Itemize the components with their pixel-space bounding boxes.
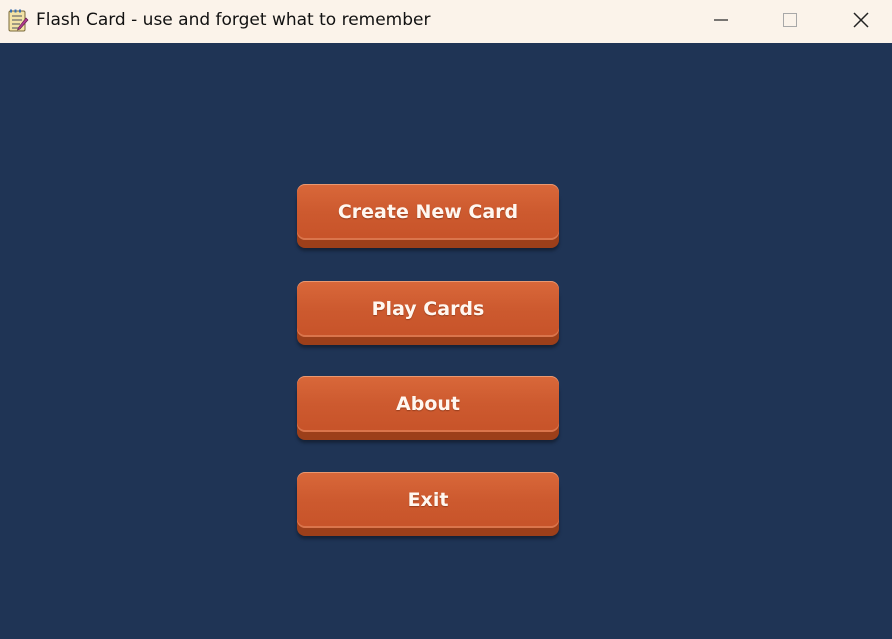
button-face: Create New Card (297, 184, 559, 240)
create-new-card-label: Create New Card (337, 201, 519, 223)
title-bar[interactable]: Flash Card - use and forget what to reme… (0, 0, 892, 43)
button-face: About (297, 376, 559, 432)
create-new-card-button[interactable]: Create New Card (297, 184, 559, 248)
minimize-icon (713, 12, 729, 32)
notepad-icon (7, 9, 29, 33)
about-label: About (396, 393, 460, 415)
maximize-icon (782, 12, 798, 32)
minimize-button[interactable] (690, 0, 752, 43)
window-title: Flash Card - use and forget what to reme… (36, 10, 431, 30)
about-button[interactable]: About (297, 376, 559, 440)
close-button[interactable] (830, 0, 892, 43)
button-face: Exit (297, 472, 559, 528)
button-face: Play Cards (297, 281, 559, 337)
exit-label: Exit (407, 489, 449, 511)
exit-button[interactable]: Exit (297, 472, 559, 536)
play-cards-button[interactable]: Play Cards (297, 281, 559, 345)
play-cards-label: Play Cards (371, 298, 485, 320)
app-window: Flash Card - use and forget what to reme… (0, 0, 892, 639)
maximize-button[interactable] (759, 0, 821, 43)
close-icon (852, 11, 870, 33)
